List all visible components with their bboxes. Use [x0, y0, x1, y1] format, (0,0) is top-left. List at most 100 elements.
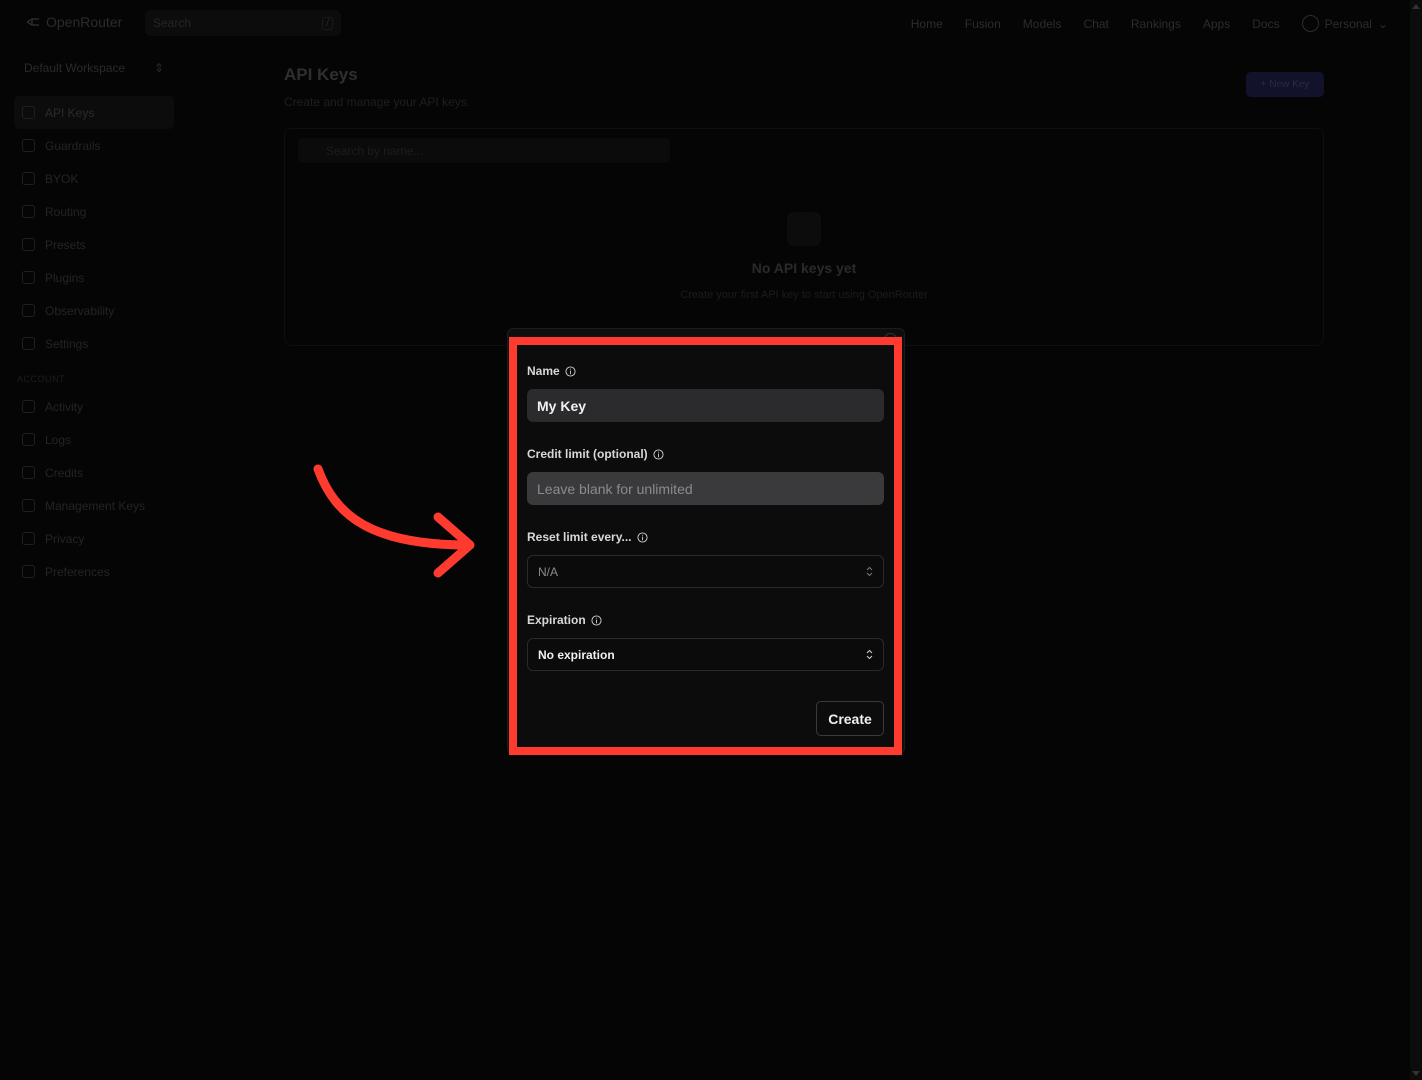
chevron-down-icon: ⌄: [1377, 16, 1388, 31]
create-button[interactable]: Create: [816, 701, 884, 736]
expiration-value: No expiration: [538, 647, 615, 662]
create-key-form: Name My Key Credit limit (optional) Leav…: [517, 345, 894, 747]
nav-link-apps[interactable]: Apps: [1203, 17, 1230, 31]
expiration-label: Expiration: [527, 613, 602, 627]
sidebar-item-label: Observability: [45, 303, 115, 318]
sidebar-item-plugins[interactable]: Plugins: [14, 261, 174, 294]
info-icon[interactable]: [636, 531, 648, 543]
name-label: Name: [527, 364, 576, 378]
chevron-updown-icon: [866, 649, 873, 660]
chart-icon: [22, 400, 35, 413]
sidebar-item-label: Settings: [45, 336, 89, 351]
info-icon[interactable]: [565, 365, 576, 377]
routing-icon: [22, 205, 35, 218]
sidebar-item-label: Logs: [45, 432, 72, 447]
sidebar-item-guardrails[interactable]: Guardrails: [14, 129, 174, 162]
sliders-icon: [22, 565, 35, 578]
credit-limit-field[interactable]: Leave blank for unlimited: [527, 472, 884, 505]
sidebar-item-label: Management Keys: [45, 498, 146, 513]
credit-limit-label-text: Credit limit (optional): [527, 447, 648, 461]
empty-state-subtitle: Create your first API key to start using…: [680, 289, 928, 301]
sidebar-item-observability[interactable]: Observability: [14, 294, 174, 327]
top-nav: OpenRouter Search / Home Fusion Models C…: [0, 0, 1410, 46]
sidebar-item-activity[interactable]: Activity: [14, 390, 174, 423]
sidebar-item-settings[interactable]: Settings: [14, 327, 174, 360]
info-icon[interactable]: [591, 614, 602, 626]
sidebar-item-byok[interactable]: BYOK: [14, 162, 174, 195]
avatar: [1301, 15, 1319, 32]
sidebar-item-presets[interactable]: Presets: [14, 228, 174, 261]
workspace-name: Default Workspace: [24, 61, 126, 75]
privacy-icon: [22, 532, 35, 545]
key-icon: [22, 106, 35, 119]
page-title: API Keys: [284, 65, 358, 84]
page-scrollbar[interactable]: [1410, 0, 1422, 1080]
credit-card-icon: [22, 466, 35, 479]
sidebar-nav: API Keys Guardrails BYOK Routing Presets…: [14, 96, 174, 588]
info-icon[interactable]: [653, 448, 664, 460]
sidebar: Default Workspace ⇕ API Keys Guardrails …: [0, 46, 190, 746]
sidebar-item-label: BYOK: [45, 171, 79, 186]
account-name: Personal: [1324, 16, 1372, 31]
nav-links: Home Fusion Models Chat Rankings Apps Do…: [911, 15, 1388, 32]
search-shortcut: /: [322, 16, 333, 30]
nav-link-chat[interactable]: Chat: [1083, 17, 1108, 31]
gear-icon: [22, 337, 35, 350]
sidebar-item-privacy[interactable]: Privacy: [14, 522, 174, 555]
lock-icon: [22, 499, 35, 512]
key-icon: [787, 212, 821, 246]
sidebar-item-routing[interactable]: Routing: [14, 195, 174, 228]
api-keys-panel: Search by name... No API keys yet Create…: [284, 128, 1324, 346]
new-key-button[interactable]: + New Key: [1246, 72, 1324, 97]
sidebar-item-label: API Keys: [45, 105, 95, 120]
plug-icon: [22, 271, 35, 284]
expiration-select[interactable]: No expiration: [527, 638, 884, 671]
reset-limit-value: N/A: [538, 564, 559, 579]
sidebar-item-label: Activity: [45, 399, 84, 414]
brand-logo[interactable]: OpenRouter: [26, 14, 122, 30]
sidebar-item-management-keys[interactable]: Management Keys: [14, 489, 174, 522]
page-subtitle: Create and manage your API keys.: [284, 95, 471, 109]
workspace-selector[interactable]: Default Workspace ⇕: [24, 61, 164, 75]
server-icon: [22, 172, 35, 185]
sidebar-section-heading: ACCOUNT: [17, 374, 65, 384]
nav-link-home[interactable]: Home: [911, 17, 943, 31]
search-input[interactable]: Search: [153, 16, 191, 30]
sidebar-item-credits[interactable]: Credits: [14, 456, 174, 489]
sidebar-item-label: Plugins: [45, 270, 85, 285]
scroll-up-icon[interactable]: [1412, 4, 1420, 9]
nav-link-fusion[interactable]: Fusion: [965, 17, 1001, 31]
sidebar-item-label: Credits: [45, 465, 84, 480]
sidebar-item-preferences[interactable]: Preferences: [14, 555, 174, 588]
sidebar-item-label: Presets: [45, 237, 86, 252]
credit-limit-label: Credit limit (optional): [527, 447, 664, 461]
annotation-arrow-icon: [313, 464, 475, 578]
scroll-down-icon[interactable]: [1412, 1071, 1420, 1076]
key-search-input[interactable]: Search by name...: [298, 138, 670, 163]
chevron-updown-icon: [866, 566, 873, 577]
sidebar-item-label: Privacy: [45, 531, 85, 546]
eye-icon: [22, 304, 35, 317]
nav-link-models[interactable]: Models: [1023, 17, 1062, 31]
reset-limit-select[interactable]: N/A: [527, 555, 884, 588]
sidebar-item-label: Guardrails: [45, 138, 101, 153]
chevron-updown-icon: ⇕: [153, 61, 164, 75]
sidebar-item-label: Routing: [45, 204, 87, 219]
name-field[interactable]: My Key: [527, 389, 884, 422]
expiration-label-text: Expiration: [527, 613, 586, 627]
shield-icon: [22, 139, 35, 152]
openrouter-logo-icon: [26, 18, 39, 26]
nav-link-docs[interactable]: Docs: [1252, 17, 1279, 31]
sidebar-item-api-keys[interactable]: API Keys: [14, 96, 174, 129]
reset-limit-label-text: Reset limit every...: [527, 530, 632, 544]
empty-state-title: No API keys yet: [751, 260, 857, 276]
nav-link-rankings[interactable]: Rankings: [1131, 17, 1181, 31]
list-icon: [22, 238, 35, 251]
reset-limit-label: Reset limit every...: [527, 530, 648, 544]
sidebar-item-logs[interactable]: Logs: [14, 423, 174, 456]
brand-name: OpenRouter: [46, 14, 123, 30]
account-menu[interactable]: Personal ⌄: [1301, 15, 1388, 32]
name-label-text: Name: [527, 364, 560, 378]
global-search[interactable]: Search /: [145, 10, 341, 36]
sidebar-item-label: Preferences: [45, 564, 110, 579]
